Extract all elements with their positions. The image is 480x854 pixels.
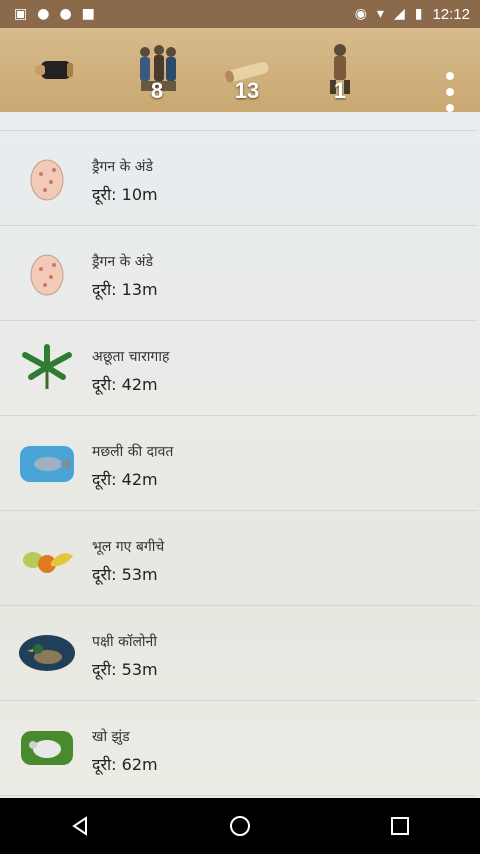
- more-vert-icon[interactable]: [438, 72, 462, 112]
- list-item[interactable]: पक्षी कॉलोनी दूरी: 53m: [0, 606, 478, 701]
- places-list: ड्रैगन के अंडे दूरी: 10m ड्रैगन के अंडे …: [0, 112, 480, 798]
- android-icon: ■: [81, 6, 95, 22]
- spyglass-icon: [35, 61, 73, 79]
- warriors-count: 8: [150, 78, 164, 103]
- list-item[interactable]: ड्रैगन के अंडे दूरी: 10m: [0, 131, 478, 226]
- water-drop-icon: ●: [37, 6, 50, 22]
- fish-icon: [18, 434, 76, 492]
- toolbar-warriors[interactable]: 8: [122, 28, 192, 112]
- back-icon[interactable]: [60, 806, 100, 846]
- recents-icon[interactable]: [380, 806, 420, 846]
- soldier-count: 1: [333, 78, 347, 103]
- location-icon: ◉: [354, 6, 367, 22]
- item-distance: दूरी: 10m: [92, 185, 158, 204]
- duck-icon: [18, 624, 76, 682]
- scroll-count: 13: [234, 78, 260, 103]
- item-distance: दूरी: 42m: [92, 375, 158, 394]
- home-icon[interactable]: [220, 806, 260, 846]
- fruits-icon: [18, 529, 76, 587]
- list-item[interactable]: अछूता चारागाह दूरी: 42m: [0, 321, 478, 416]
- list-item[interactable]: मछली की दावत दूरी: 42m: [0, 416, 478, 511]
- dragon-egg-icon: [18, 149, 76, 207]
- list-item[interactable]: खो झुंड दूरी: 62m: [0, 701, 478, 796]
- fern-plant-icon: [18, 339, 76, 397]
- item-title: अछूता चारागाह: [92, 349, 170, 365]
- item-distance: दूरी: 13m: [92, 280, 158, 299]
- toolbar-soldier[interactable]: 1: [305, 28, 375, 112]
- item-title: ड्रैगन के अंडे: [92, 159, 153, 175]
- toolbar-spyglass[interactable]: [20, 28, 90, 112]
- signal-icon: ◢: [393, 6, 405, 22]
- battery-icon: ▮: [414, 6, 423, 22]
- item-title: मछली की दावत: [92, 444, 174, 460]
- item-title: ड्रैगन के अंडे: [92, 254, 153, 270]
- image-icon: ▣: [14, 6, 28, 22]
- navigation-bar: [0, 798, 480, 854]
- item-distance: दूरी: 62m: [92, 755, 158, 774]
- status-time: 12:12: [432, 5, 470, 23]
- wifi-icon: ▾: [376, 6, 384, 22]
- toolbar-scroll[interactable]: 13: [212, 28, 282, 112]
- status-bar: ▣ ● ● ■ ◉ ▾ ◢ ▮ 12:12: [0, 0, 480, 28]
- item-distance: दूरी: 42m: [92, 470, 158, 489]
- item-distance: दूरी: 53m: [92, 565, 158, 584]
- item-distance: दूरी: 53m: [92, 660, 158, 679]
- item-title: पक्षी कॉलोनी: [92, 634, 157, 650]
- item-title: भूल गए बगीचे: [92, 539, 165, 555]
- list-item[interactable]: भूल गए बगीचे दूरी: 53m: [0, 511, 478, 606]
- dragon-egg-icon: [18, 244, 76, 302]
- item-title: खो झुंड: [92, 729, 130, 745]
- toolbar: 8 13 1: [0, 28, 480, 112]
- list-item[interactable]: ड्रैगन के अंडे दूरी: 13m: [0, 226, 478, 321]
- water-drop-icon: ●: [59, 6, 72, 22]
- sheep-icon: [18, 719, 76, 777]
